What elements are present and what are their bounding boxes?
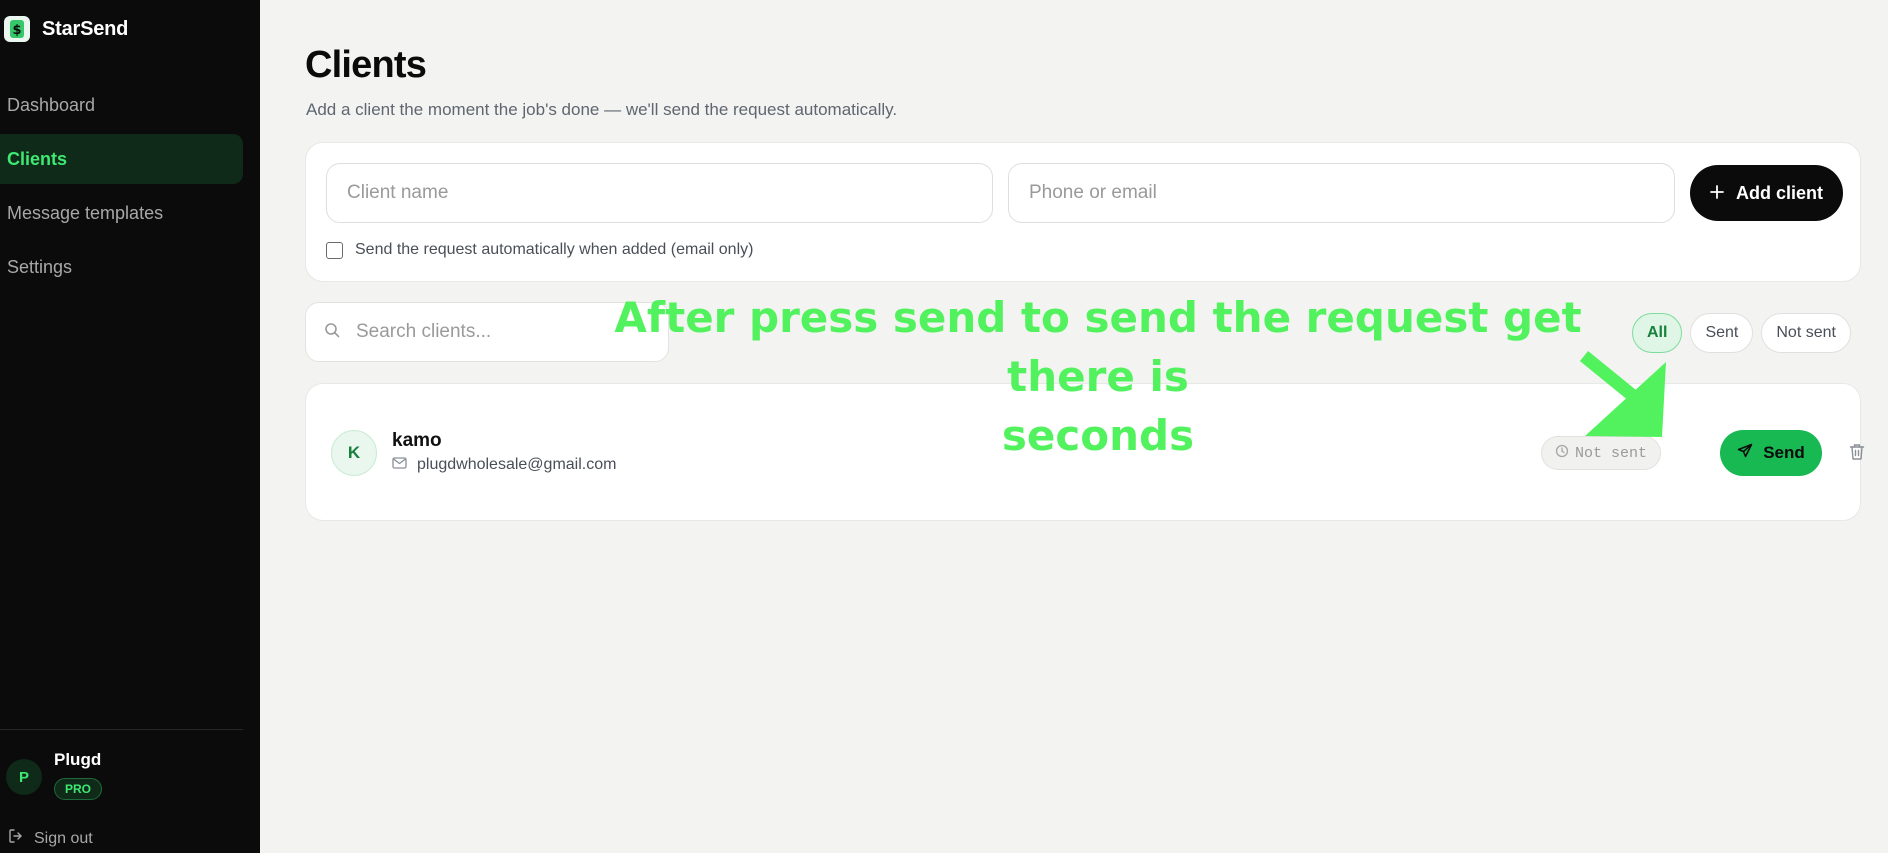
client-name-input[interactable] bbox=[326, 163, 993, 223]
sign-out-link[interactable]: Sign out bbox=[8, 828, 93, 849]
user-profile[interactable]: P Plugd PRO bbox=[6, 748, 103, 800]
auto-send-label: Send the request automatically when adde… bbox=[355, 241, 754, 258]
send-icon bbox=[1737, 443, 1753, 464]
sidebar-item-settings[interactable]: Settings bbox=[0, 242, 243, 292]
search-icon bbox=[324, 322, 340, 343]
page-subtitle: Add a client the moment the job's done —… bbox=[306, 100, 898, 119]
plan-badge: PRO bbox=[54, 778, 103, 800]
send-button[interactable]: Send bbox=[1720, 430, 1822, 476]
add-client-label: Add client bbox=[1735, 182, 1823, 203]
page-title: Clients bbox=[305, 44, 427, 86]
status-label: Not sent bbox=[1575, 444, 1648, 462]
brand-name: StarSend bbox=[42, 17, 129, 40]
add-client-card: Add client Send the request automaticall… bbox=[305, 142, 1861, 282]
client-name: kamo bbox=[392, 430, 442, 451]
client-email: plugdwholesale@gmail.com bbox=[417, 456, 617, 473]
filter-not-sent[interactable]: Not sent bbox=[1761, 313, 1851, 353]
auto-send-option[interactable]: Send the request automatically when adde… bbox=[326, 241, 753, 259]
sidebar-item-clients[interactable]: Clients bbox=[0, 134, 243, 184]
filter-sent[interactable]: Sent bbox=[1690, 313, 1754, 353]
user-name: Plugd bbox=[54, 750, 102, 769]
plus-icon bbox=[1710, 183, 1724, 204]
avatar: P bbox=[6, 759, 42, 795]
sidebar-item-dashboard[interactable]: Dashboard bbox=[0, 80, 243, 130]
status-filters: All Sent Not sent bbox=[1632, 313, 1851, 353]
delete-button[interactable] bbox=[1846, 442, 1868, 466]
sidebar-item-label: Message templates bbox=[7, 202, 164, 223]
logout-icon bbox=[8, 828, 24, 849]
list-item: K kamo plugdwholesale@gmail.com Not sent bbox=[305, 383, 1865, 521]
main-content: Clients Add a client the moment the job'… bbox=[260, 0, 1888, 853]
sidebar-item-label: Settings bbox=[7, 256, 73, 277]
sign-out-label: Sign out bbox=[34, 829, 93, 847]
filter-all[interactable]: All bbox=[1632, 313, 1683, 353]
sidebar-divider bbox=[0, 729, 243, 730]
clock-icon bbox=[1555, 444, 1569, 463]
add-client-button[interactable]: Add client bbox=[1690, 165, 1843, 221]
sidebar-item-message-templates[interactable]: Message templates bbox=[0, 188, 243, 238]
client-contact: plugdwholesale@gmail.com bbox=[392, 456, 616, 474]
sidebar: $ StarSend Dashboard Clients Message tem… bbox=[0, 0, 260, 853]
sidebar-item-label: Clients bbox=[7, 148, 68, 169]
sidebar-item-label: Dashboard bbox=[7, 94, 96, 115]
send-label: Send bbox=[1763, 443, 1805, 462]
status-badge: Not sent bbox=[1541, 436, 1662, 470]
brand-logo-glyph: $ bbox=[12, 23, 21, 38]
mail-icon bbox=[392, 456, 407, 474]
auto-send-checkbox[interactable] bbox=[326, 241, 343, 259]
phone-or-email-input[interactable] bbox=[1008, 163, 1675, 223]
search-box[interactable] bbox=[305, 302, 669, 362]
brand[interactable]: $ StarSend bbox=[4, 16, 128, 42]
search-input[interactable] bbox=[356, 321, 636, 343]
dollar-logo-icon: $ bbox=[4, 16, 30, 42]
sidebar-nav: Dashboard Clients Message templates Sett… bbox=[0, 80, 243, 296]
trash-icon bbox=[1849, 443, 1865, 466]
client-avatar: K bbox=[331, 430, 377, 476]
